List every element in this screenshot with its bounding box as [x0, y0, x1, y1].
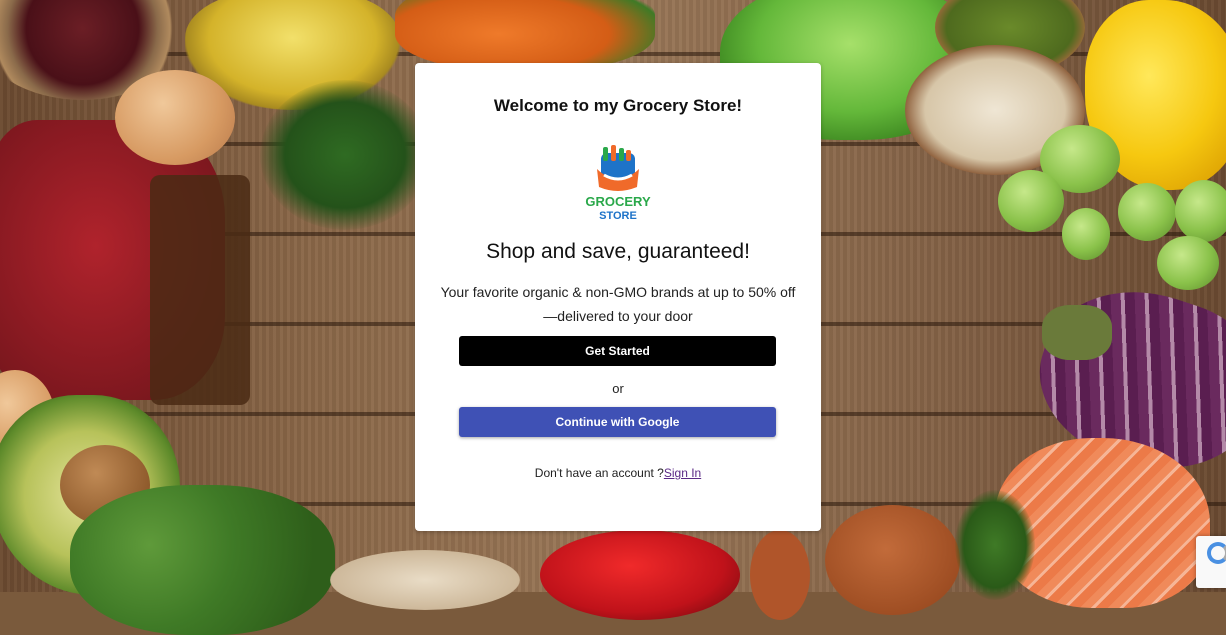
egg [115, 70, 235, 165]
no-account-text: Don't have an account ? [534, 466, 664, 480]
garlic [330, 550, 520, 610]
brussels-sprout [1175, 180, 1226, 242]
sweet-potato [825, 505, 960, 615]
carrots [395, 0, 655, 70]
tagline: Shop and save, guaranteed! [486, 240, 750, 263]
or-divider: or [612, 381, 624, 396]
sign-in-link[interactable]: Sign In [664, 466, 701, 480]
welcome-card: Welcome to my Grocery Store! GROCERY STO… [415, 63, 821, 531]
cutting-board [150, 175, 250, 405]
brussels-sprout [1062, 208, 1110, 260]
continue-with-google-button[interactable]: Continue with Google [459, 407, 776, 437]
brussels-sprout [1157, 236, 1219, 290]
sweet-potato [750, 530, 810, 620]
grocery-store-logo: GROCERY STORE [585, 145, 651, 221]
description: Your favorite organic & non-GMO brands a… [440, 284, 796, 324]
recaptcha-icon [1207, 542, 1226, 564]
recaptcha-badge[interactable] [1196, 536, 1226, 588]
logo-line1: GROCERY [585, 194, 651, 209]
broccoli [70, 485, 335, 635]
brussels-sprout [998, 170, 1064, 232]
get-started-button[interactable]: Get Started [459, 336, 776, 366]
basket-icon [597, 145, 639, 191]
dill-herb [955, 490, 1035, 600]
dill-herb [260, 80, 430, 230]
red-pepper [540, 530, 740, 620]
welcome-heading: Welcome to my Grocery Store! [493, 96, 743, 115]
eggplant-stem [1042, 305, 1112, 360]
logo-line2: STORE [599, 210, 637, 221]
no-account-prompt: Don't have an account ?Sign In [415, 466, 821, 480]
brussels-sprout [1118, 183, 1176, 241]
